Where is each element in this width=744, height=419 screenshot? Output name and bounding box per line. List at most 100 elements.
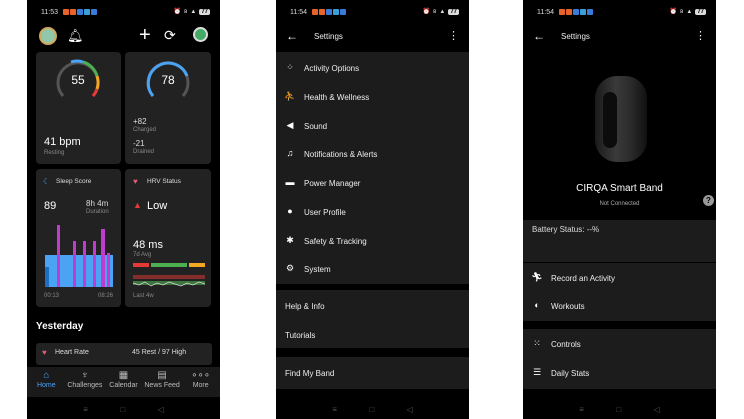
hrv-avg-label: 7d Avg [133, 252, 152, 258]
menu-item-label: Workouts [551, 302, 585, 311]
gear-icon: ⚙ [285, 263, 295, 273]
menu-item-label: Find My Band [285, 369, 335, 378]
menu-item-daily-stats[interactable]: ☰ Daily Stats [523, 359, 716, 387]
list-icon: ☰ [532, 367, 542, 377]
tab-home-label: Home [36, 382, 56, 389]
resting-hr-label: Resting [44, 150, 65, 156]
menu-item-system[interactable]: ⚙ System [276, 255, 469, 283]
home-icon: ⌂ [43, 370, 50, 381]
sleep-icon: ☾ [43, 177, 51, 186]
sync-icon[interactable]: ⟳ [164, 27, 176, 44]
tab-news-feed-label: News Feed [144, 382, 180, 389]
menu-item-workouts[interactable]: ◐ Workouts [523, 292, 716, 320]
menu-item-controls[interactable]: ⁙ Controls [523, 330, 716, 358]
hrv-avg-value: 48 ms [133, 239, 163, 251]
battery-indicator: 77 [199, 8, 210, 15]
menu-nav-icon[interactable]: ≡ [83, 405, 88, 414]
tab-challenges-label: Challenges [67, 382, 103, 389]
menu-item-label: Daily Stats [551, 369, 590, 378]
menu-item-record-activity[interactable]: 🏃︎ Record an Activity [523, 264, 716, 292]
alarm-icon: ⏰ [669, 9, 678, 15]
menu-item-health-wellness[interactable]: ⛹ Health & Wellness [276, 83, 469, 111]
tab-news-feed[interactable]: ▤ News Feed [143, 367, 182, 397]
menu-item-user-profile[interactable]: ● User Profile [276, 198, 469, 226]
grid-icon: ⁘ [286, 62, 294, 72]
menu-item-sound[interactable]: ◀ Sound [276, 112, 469, 140]
menu-item-label: Record an Activity [551, 274, 616, 283]
heart-rate-row[interactable]: ♥ Heart Rate 45 Rest / 97 High [36, 343, 212, 365]
battery-indicator: 77 [448, 8, 459, 15]
menu-item-tutorials[interactable]: Tutorials [276, 321, 469, 349]
bluetooth-icon: ʙ [433, 8, 437, 15]
tab-calendar-label: Calendar [109, 382, 138, 389]
menu-item-label: Sound [304, 122, 328, 131]
bell-icon[interactable]: 🔔︎ [67, 28, 84, 44]
menu-item-label: Controls [551, 340, 581, 349]
menu-item-label: Power Manager [304, 179, 361, 188]
avatar[interactable] [39, 27, 57, 45]
back-arrow-icon[interactable]: ← [533, 29, 545, 43]
device-header: ← Settings ⋮ [523, 24, 716, 50]
device-name: CIRQA Smart Band [576, 183, 663, 194]
signal-icon: ▲ [439, 8, 446, 15]
home-nav-icon[interactable]: □ [120, 405, 125, 414]
resting-hr-value: 41 bpm [44, 136, 81, 148]
page-title: Settings [561, 32, 590, 41]
menu-item-activity-options[interactable]: ⁘ Activity Options [276, 54, 469, 82]
status-bar: 11:53 ⏰ ʙ ▲ 77 [27, 8, 220, 20]
hrv-status-card[interactable]: ♥ HRV Status ▲ Low 48 ms 7d Avg Last 4w [125, 169, 211, 307]
tab-challenges[interactable]: ♆ Challenges [66, 367, 105, 397]
settings-help-section: Help & Info Tutorials [276, 290, 469, 348]
help-icon[interactable]: ? [703, 195, 714, 206]
menu-item-label: Activity Options [304, 64, 360, 73]
bluetooth-icon: ʙ [184, 8, 188, 15]
sleep-end-time: 08:26 [98, 293, 114, 299]
menu-item-power-manager[interactable]: ▬ Power Manager [276, 169, 469, 197]
back-nav-icon[interactable]: ◁ [407, 405, 413, 414]
menu-item-notifications[interactable]: ♫ Notifications & Alerts [276, 140, 469, 168]
menu-item-find-my-band[interactable]: Find My Band [276, 359, 469, 387]
system-nav-bar: ≡ □ ◁ [523, 399, 716, 419]
tab-calendar[interactable]: ▦ Calendar [104, 367, 143, 397]
signal-icon: ▲ [190, 8, 197, 15]
sleep-score-card[interactable]: ☾ Sleep Score 89 8h 4m Duration 00:13 08… [36, 169, 121, 307]
back-arrow-icon[interactable]: ← [286, 29, 298, 43]
back-nav-icon[interactable]: ◁ [654, 405, 660, 414]
resting-heart-card[interactable]: 55 41 bpm Resting [36, 52, 121, 164]
status-right: ⏰ ʙ ▲ 77 [423, 8, 459, 15]
device-activity-section: 🏃︎ Record an Activity ◐ Workouts [523, 263, 716, 321]
tab-more[interactable]: ∘∘∘ More [181, 367, 220, 397]
sleep-score-value: 89 [44, 200, 57, 212]
menu-nav-icon[interactable]: ≡ [332, 405, 337, 414]
settings-main-section: ⁘ Activity Options ⛹ Health & Wellness ◀ So… [276, 52, 469, 284]
status-time: 11:54 [290, 9, 307, 16]
hrv-status-value: Low [147, 200, 168, 212]
menu-item-label: Safety & Tracking [304, 237, 367, 246]
menu-item-help-info[interactable]: Help & Info [276, 292, 469, 320]
user-icon: ● [287, 206, 293, 216]
menu-item-safety-tracking[interactable]: ✱ Safety & Tracking [276, 227, 469, 255]
tab-home[interactable]: ⌂ Home [27, 367, 66, 397]
phone-device-screen: 11:54 ⏰ ʙ ▲ 77 ← Settings ⋮ CIRQA Smart … [523, 0, 716, 419]
menu-item-label: System [304, 265, 331, 274]
home-nav-icon[interactable]: □ [616, 405, 621, 414]
overflow-menu-icon[interactable]: ⋮ [448, 29, 459, 42]
run-icon: 🏃︎ [531, 272, 543, 282]
more-icon: ∘∘∘ [191, 370, 211, 381]
body-battery-card[interactable]: 78 +82 Charged -21 Drained [125, 52, 211, 164]
phone-home-screen: 11:53 ⏰ ʙ ▲ 77 🔔︎ + ⟳ 55 41 bpm Resting [27, 0, 220, 419]
signal-icon: ▲ [686, 8, 693, 15]
alarm-icon: ⏰ [173, 9, 182, 15]
charged-value: +82 [133, 117, 147, 126]
device-status-icon[interactable] [193, 27, 208, 42]
add-icon[interactable]: + [139, 24, 151, 47]
person-icon: ⛹ [284, 91, 296, 101]
menu-nav-icon[interactable]: ≡ [579, 405, 584, 414]
menu-item-label: User Profile [304, 208, 346, 217]
page-title: Settings [314, 32, 343, 41]
overflow-menu-icon[interactable]: ⋮ [695, 29, 706, 42]
heart-icon: ♥ [42, 348, 47, 357]
back-nav-icon[interactable]: ◁ [158, 405, 164, 414]
home-nav-icon[interactable]: □ [369, 405, 374, 414]
status-right: ⏰ ʙ ▲ 77 [670, 8, 706, 15]
